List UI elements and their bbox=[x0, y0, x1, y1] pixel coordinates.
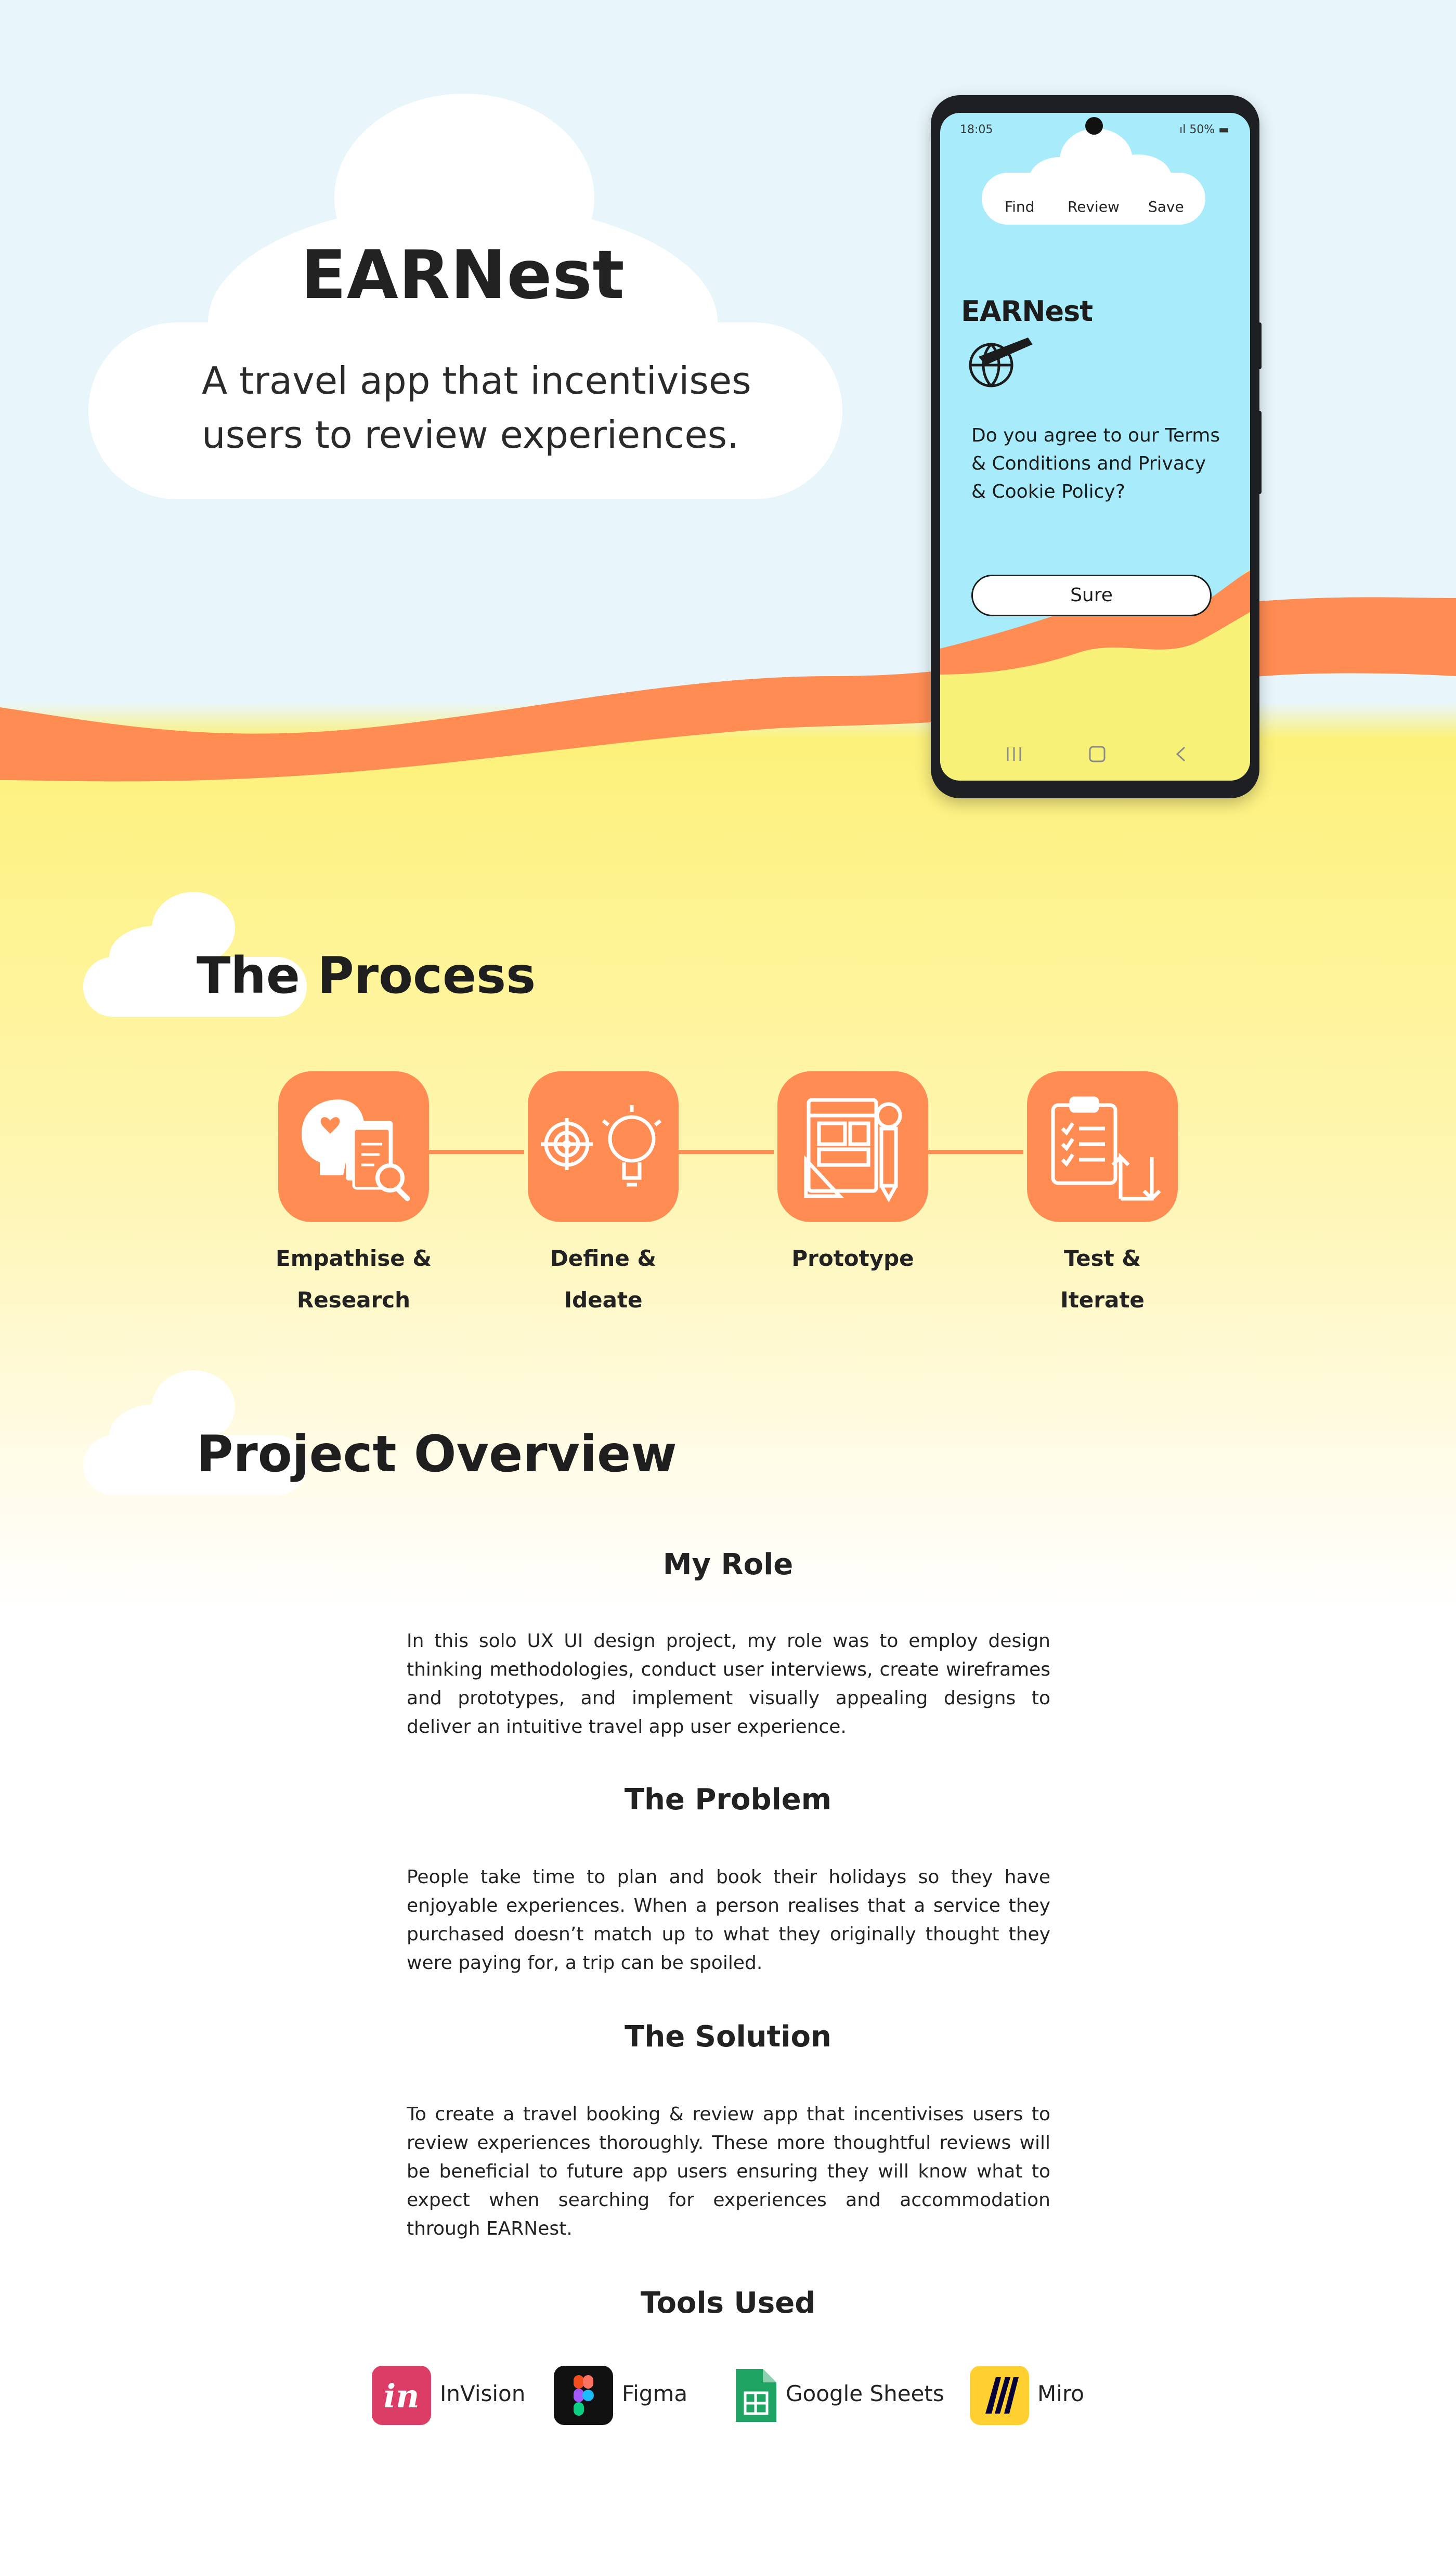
step-label-test: Test & Iterate bbox=[1060, 1246, 1145, 1313]
invision-logo: in bbox=[384, 2377, 420, 2415]
figma-icon bbox=[554, 2366, 613, 2425]
role-title: My Role bbox=[662, 1548, 794, 1581]
step-label-empathise: Empathise & Research bbox=[270, 1238, 437, 1321]
wireframe-ruler-pencil-icon bbox=[804, 1098, 902, 1203]
define-ideate-icon bbox=[528, 1071, 679, 1222]
process-connector bbox=[928, 1150, 1023, 1154]
head-document-search-icon bbox=[302, 1099, 410, 1201]
process-connector bbox=[679, 1150, 774, 1154]
problem-title: The Problem bbox=[624, 1783, 832, 1817]
invision-icon: in bbox=[372, 2366, 431, 2425]
process-connector bbox=[429, 1150, 524, 1154]
google-sheets-icon bbox=[725, 2366, 785, 2425]
tool-label-figma: Figma bbox=[622, 2381, 688, 2406]
prototype-icon bbox=[777, 1071, 928, 1222]
step-label-line: Empathise & bbox=[276, 1246, 432, 1271]
test-iterate-icon bbox=[1027, 1071, 1178, 1222]
empathise-research-icon bbox=[278, 1071, 429, 1222]
target-lightbulb-icon bbox=[541, 1105, 662, 1187]
step-label-line: Research bbox=[296, 1287, 411, 1313]
miro-logo bbox=[985, 2377, 1019, 2414]
step-label-prototype: Prototype bbox=[791, 1246, 914, 1271]
process-title: The Process bbox=[197, 947, 536, 1005]
step-label-define: Define & Ideate bbox=[550, 1246, 657, 1313]
problem-text: People take time to plan and book their … bbox=[407, 1866, 1050, 1974]
solution-text: To create a travel booking & review app … bbox=[407, 2104, 1050, 2239]
miro-icon bbox=[970, 2366, 1029, 2425]
small-clouds bbox=[83, 892, 307, 1495]
svg-text:in: in bbox=[384, 2377, 420, 2415]
checklist-cycle-icon bbox=[1051, 1096, 1161, 1201]
figma-logo bbox=[574, 2375, 594, 2416]
tool-label-google-sheets: Google Sheets bbox=[786, 2381, 944, 2406]
solution-title: The Solution bbox=[625, 2020, 831, 2054]
overview-title: Project Overview bbox=[197, 1425, 677, 1483]
tool-label-invision: InVision bbox=[440, 2381, 526, 2406]
role-text: In this solo UX UI design project, my ro… bbox=[407, 1630, 1050, 1738]
google-sheets-logo bbox=[736, 2369, 776, 2422]
tools-title: Tools Used bbox=[640, 2286, 816, 2320]
tool-label-miro: Miro bbox=[1037, 2381, 1084, 2406]
